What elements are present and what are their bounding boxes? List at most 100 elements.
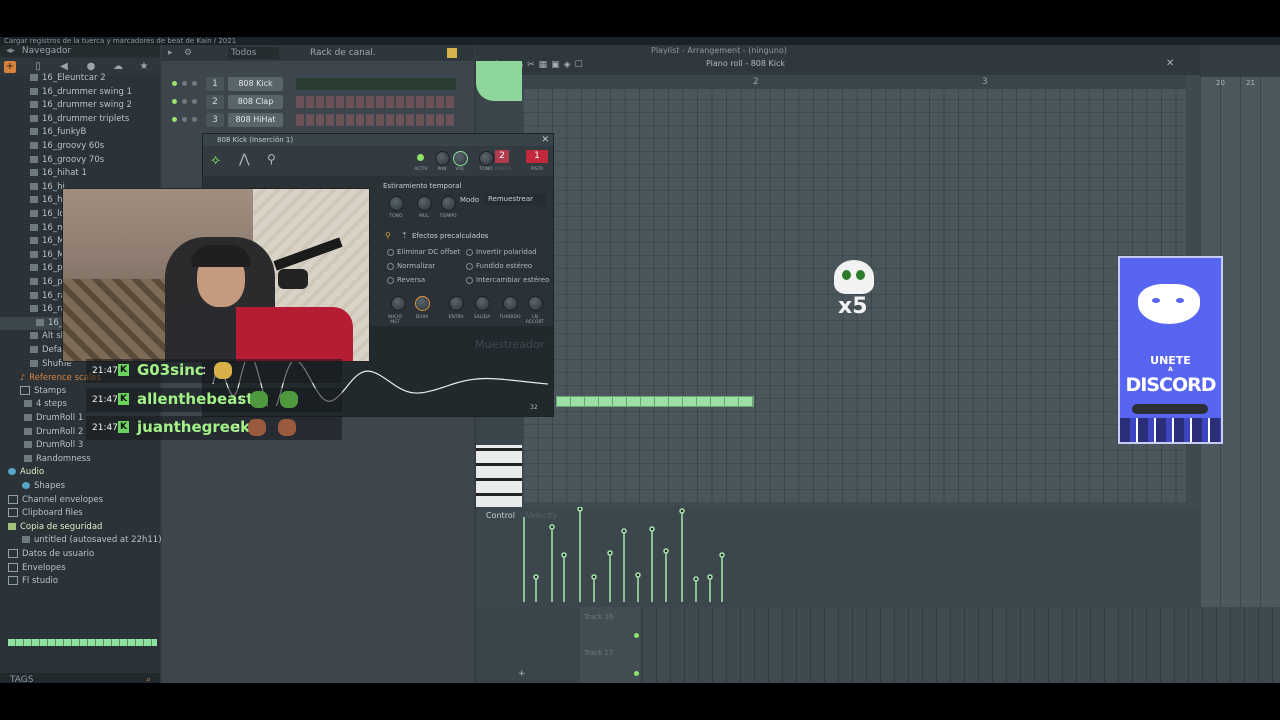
folder-icon [8,508,18,518]
browser-item[interactable]: Randomness [0,453,182,466]
option-invert[interactable]: Invertir polaridad [466,248,537,256]
browser-item[interactable]: DrumRoll 3 [0,439,182,452]
arrow-icon[interactable]: ⇡ [401,231,408,240]
fade-knob[interactable] [503,296,518,311]
browser-item[interactable]: 16_drummer triplets [0,113,188,126]
browser-item[interactable]: Datos de usuario [0,548,166,561]
channel-row[interactable]: 1 808 Kick [162,76,474,92]
note-row[interactable] [556,396,754,407]
channel-name[interactable]: 808 HiHat [228,113,283,127]
browser-item[interactable]: untitled (autosaved at 22h11) [0,534,180,547]
discord-mascot-icon [1138,284,1200,324]
browser-item[interactable]: 16_Eleuntcar 2 [0,72,188,85]
piano-roll-ruler[interactable]: 2 3 [523,75,1186,89]
channel-led[interactable] [172,99,177,104]
channel-steps[interactable] [296,114,456,126]
track-led[interactable] [634,633,639,638]
gear-icon[interactable]: ⚙ [184,45,192,61]
file-icon [30,332,38,340]
length-knob[interactable] [415,296,430,311]
option-swap-stereo[interactable]: Intercambiar estéreo [466,276,549,284]
fx-track[interactable]: 1 [526,150,548,163]
option-dc-offset[interactable]: Eliminar DC offset [387,248,460,256]
wrench-icon[interactable]: ⚲ [385,231,391,240]
control-label[interactable]: Control [486,511,515,520]
start-knob[interactable] [391,296,406,311]
channel-led[interactable] [192,99,197,104]
track-led[interactable] [634,671,639,676]
channel-led[interactable] [172,81,177,86]
sample-count: 32 [530,404,538,411]
velocity-bars[interactable] [522,507,762,607]
browser-item[interactable]: Channel envelopes [0,494,166,507]
channel-steps[interactable] [296,78,456,90]
knob-label: FUNDIDO [499,315,521,320]
wrench-icon[interactable]: ⚲ [267,152,276,166]
browser-item[interactable]: Clipboard files [0,507,166,520]
browser-item[interactable]: Audio [0,466,166,479]
channel-led[interactable] [172,117,177,122]
mode-label: Modo [460,196,480,204]
envelope-icon[interactable]: ⋀ [239,152,250,167]
in-knob[interactable] [449,296,464,311]
pan-knob[interactable] [435,151,450,166]
active-led[interactable] [417,154,424,161]
stretch-pitch-knob[interactable] [389,196,404,211]
close-icon[interactable]: ✕ [541,134,549,146]
stretch-time-knob[interactable] [441,196,456,211]
channel-steps[interactable] [296,96,456,108]
browser-item[interactable]: Fl studio [0,575,166,588]
file-icon [30,359,38,367]
stretch-mul-knob[interactable] [417,196,432,211]
out-knob[interactable] [475,296,490,311]
chat-username[interactable]: juanthegreek [137,418,250,436]
browser-item[interactable]: 16_hihat 1 [0,167,188,180]
chat-username[interactable]: allenthebeast [137,390,253,408]
filter-select[interactable]: Todos [228,47,279,59]
file-icon [30,291,38,299]
chat-time: 21:47 [92,423,118,433]
discord-overlay[interactable]: UNETE A DISCORD [1118,256,1223,444]
browser-item[interactable]: 16_funkyB [0,126,188,139]
track-label[interactable]: Track 16 [584,613,613,621]
browser-item[interactable]: 16_drummer swing 1 [0,86,188,99]
browser-item[interactable]: Copia de seguridad [0,521,166,534]
arrows-icon[interactable]: ◂▸ [6,46,15,56]
sampler-titlebar[interactable]: 808 Kick (Inserción 1) ✕ [203,134,553,146]
cut-knob[interactable] [528,296,543,311]
track-label[interactable]: Track 17 [584,649,613,657]
knob-label: INICIO MST [387,315,403,325]
pitch-range[interactable]: 2 [495,150,509,163]
chat-username[interactable]: G03sinc [137,361,204,379]
option-fade-stereo[interactable]: Fundido estéreo [466,262,532,270]
channel-row[interactable]: 2 808 Clap [162,94,474,110]
browser-item[interactable]: 16_drummer swing 2 [0,99,188,112]
channel-led[interactable] [182,117,187,122]
browser-item[interactable]: Envelopes [0,562,166,575]
browser-item[interactable]: 16_groovy 60s [0,140,188,153]
channel-row[interactable]: 3 808 HiHat [162,112,474,128]
browser-item-label: Channel envelopes [22,494,104,505]
search-icon[interactable]: ⌕ [146,673,151,683]
close-icon[interactable]: ✕ [1166,58,1174,69]
browser-item-label: Fl studio [22,576,59,587]
pitch-knob[interactable] [479,151,494,166]
mode-select[interactable]: Remuestrear [485,194,546,205]
channel-name[interactable]: 808 Kick [228,77,283,91]
channel-led[interactable] [192,81,197,86]
rack-grid-icon[interactable] [447,48,457,58]
add-track-icon[interactable]: + [518,669,526,679]
option-normalize[interactable]: Normalizar [387,262,435,270]
waveform-icon[interactable]: ⟡ [211,152,220,168]
option-reverse[interactable]: Reversa [387,276,425,284]
channel-led[interactable] [192,117,197,122]
chat-badge-icon: K [118,364,129,376]
channel-led[interactable] [182,99,187,104]
channel-name[interactable]: 808 Clap [228,95,283,109]
browser-item[interactable]: 16_groovy 70s [0,154,188,167]
browser-item[interactable]: Shapes [0,480,180,493]
track-grid[interactable] [642,607,1280,683]
channel-led[interactable] [182,81,187,86]
rack-menu-icon[interactable]: ▸ [168,45,173,61]
volume-knob[interactable] [453,151,468,166]
